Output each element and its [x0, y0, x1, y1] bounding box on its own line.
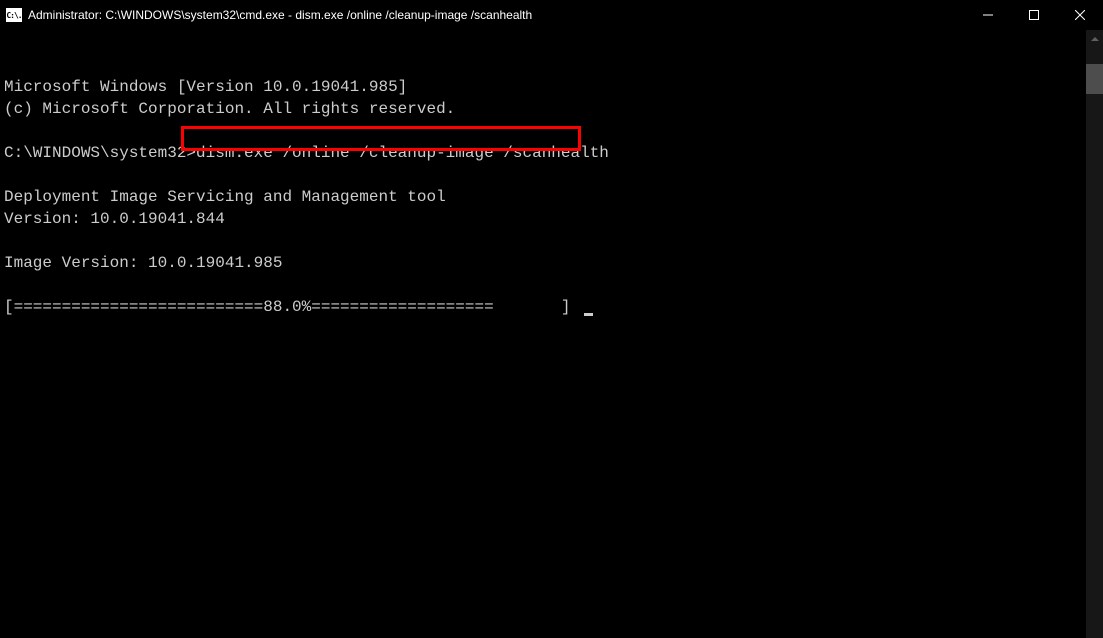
image-version-line: Image Version: 10.0.19041.985: [4, 254, 282, 272]
cmd-icon: C:\.: [6, 8, 22, 22]
terminal-content: Microsoft Windows [Version 10.0.19041.98…: [4, 76, 1103, 318]
terminal-area[interactable]: Microsoft Windows [Version 10.0.19041.98…: [0, 30, 1103, 638]
cmd-window: C:\. Administrator: C:\WINDOWS\system32\…: [0, 0, 1103, 638]
entered-command: dism.exe /online /cleanup-image /scanhea…: [196, 144, 609, 162]
scrollbar-thumb[interactable]: [1086, 64, 1103, 94]
close-button[interactable]: [1057, 0, 1103, 30]
window-title: Administrator: C:\WINDOWS\system32\cmd.e…: [28, 8, 532, 22]
dism-title-line: Deployment Image Servicing and Managemen…: [4, 188, 446, 206]
minimize-icon: [983, 10, 993, 20]
cursor: [584, 313, 593, 316]
prompt-prefix: C:\WINDOWS\system32>: [4, 144, 196, 162]
os-version-line: Microsoft Windows [Version 10.0.19041.98…: [4, 78, 407, 96]
maximize-icon: [1029, 10, 1039, 20]
close-icon: [1075, 10, 1085, 20]
progress-bar-line: [==========================88.0%========…: [4, 298, 580, 316]
scroll-up-arrow[interactable]: [1086, 30, 1103, 47]
titlebar[interactable]: C:\. Administrator: C:\WINDOWS\system32\…: [0, 0, 1103, 30]
window-controls: [965, 0, 1103, 30]
maximize-button[interactable]: [1011, 0, 1057, 30]
cmd-icon-text: C:\.: [6, 11, 21, 20]
copyright-line: (c) Microsoft Corporation. All rights re…: [4, 100, 455, 118]
minimize-button[interactable]: [965, 0, 1011, 30]
vertical-scrollbar[interactable]: [1086, 30, 1103, 638]
dism-version-line: Version: 10.0.19041.844: [4, 210, 225, 228]
